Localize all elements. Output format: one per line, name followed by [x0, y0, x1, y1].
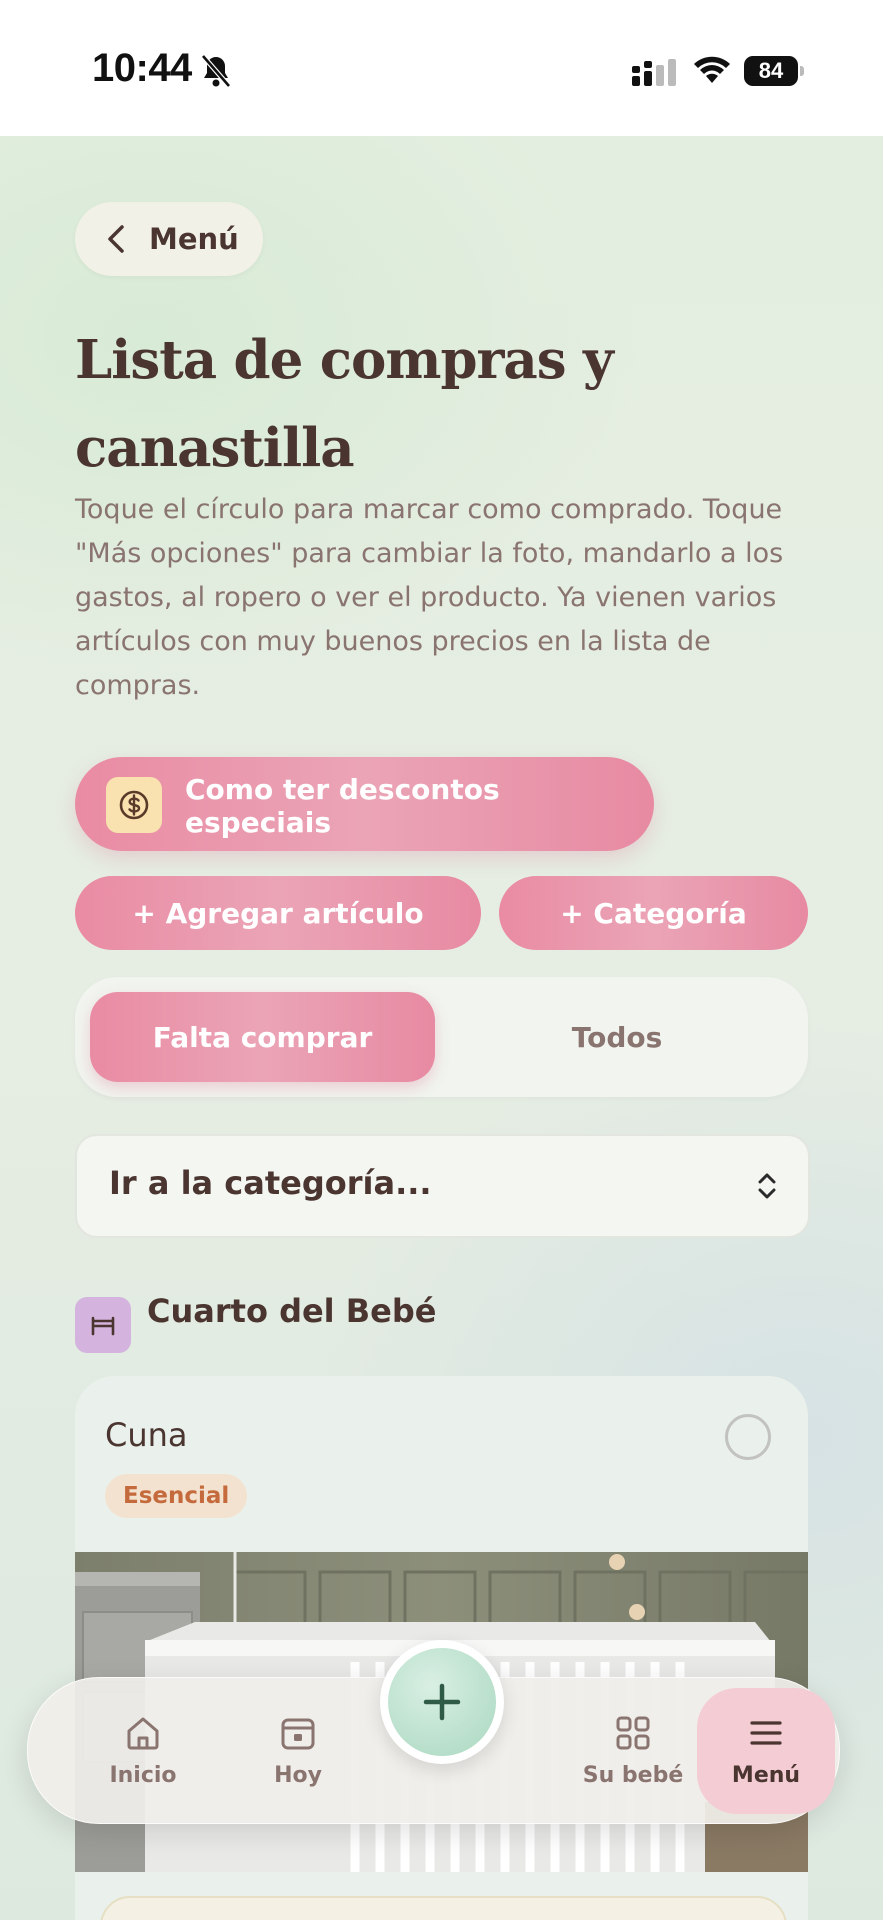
status-bar: 10:44 84 [0, 0, 883, 136]
category-select-value: Ir a la categoría... [109, 1164, 432, 1202]
add-item-button[interactable]: + Agregar artículo [75, 876, 481, 950]
tab-menu[interactable]: Menú [697, 1678, 835, 1823]
tab-su-bebe[interactable]: Su bebé [558, 1678, 708, 1823]
filter-segmented-control: Falta comprar Todos [75, 977, 808, 1097]
grid-icon [616, 1716, 650, 1750]
bed-icon [75, 1297, 131, 1353]
special-discounts-label: Como ter descontos especiais [185, 773, 500, 839]
category-select[interactable]: Ir a la categoría... [75, 1134, 810, 1238]
back-button-label: Menú [149, 222, 239, 256]
bell-slash-icon [201, 54, 231, 88]
item-name: Cuna [105, 1416, 188, 1454]
category-title: Cuarto del Bebé [147, 1292, 437, 1330]
calendar-icon [281, 1718, 315, 1750]
battery-icon: 84 [744, 56, 804, 86]
chevron-updown-icon [758, 1173, 776, 1199]
chevron-left-icon [108, 225, 124, 253]
page-title: Lista de compras y canastilla [75, 329, 614, 479]
tab-label: Su bebé [582, 1763, 684, 1788]
dollar-coin-icon [106, 777, 162, 833]
item-card-footer [100, 1896, 787, 1920]
add-category-button[interactable]: + Categoría [499, 876, 808, 950]
tab-hoy[interactable]: Hoy [223, 1678, 373, 1823]
add-fab-button[interactable] [380, 1640, 504, 1764]
wifi-icon [694, 56, 730, 83]
tab-label: Menú [731, 1763, 801, 1788]
essential-badge: Esencial [105, 1474, 248, 1518]
special-discounts-button[interactable]: Como ter descontos especiais [75, 757, 654, 851]
page-description: Toque el círculo para marcar como compra… [75, 494, 784, 701]
back-button[interactable]: Menú [75, 202, 263, 276]
signal-icon [632, 59, 676, 86]
filter-tab-pending[interactable]: Falta comprar [90, 992, 435, 1082]
tab-label: Hoy [274, 1763, 322, 1788]
status-time: 10:44 [92, 46, 192, 90]
filter-tab-all[interactable]: Todos [441, 992, 793, 1082]
home-icon [127, 1717, 159, 1750]
purchased-checkbox[interactable] [725, 1414, 771, 1460]
menu-icon [750, 1721, 782, 1745]
battery-level: 84 [744, 56, 798, 86]
tab-label: Inicio [109, 1763, 177, 1788]
plus-icon [423, 1683, 461, 1721]
fab-inner [388, 1648, 496, 1756]
tab-inicio[interactable]: Inicio [68, 1678, 218, 1823]
